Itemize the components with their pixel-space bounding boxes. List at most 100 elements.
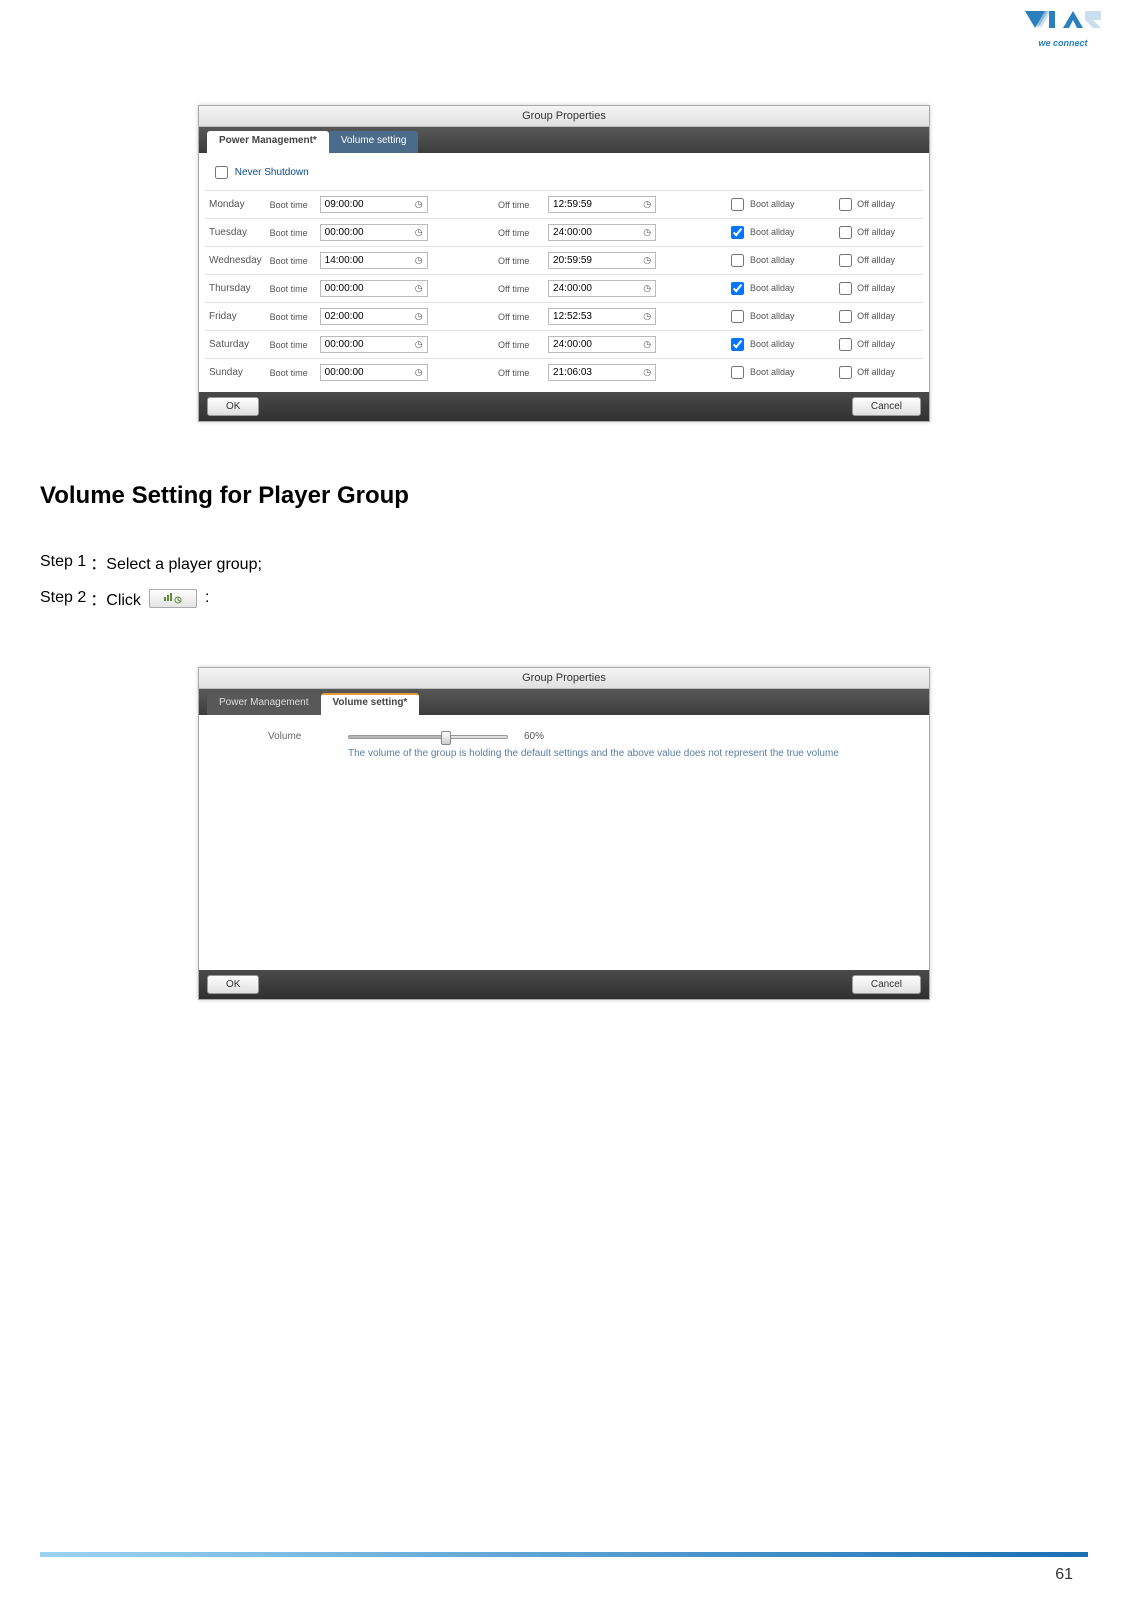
clock-icon[interactable]: ◷ (643, 227, 653, 238)
off-allday-checkbox[interactable] (839, 226, 852, 239)
clock-icon[interactable]: ◷ (643, 339, 653, 350)
dialog-title: Group Properties (199, 106, 929, 127)
step-1: Step 1：Select a player group; (40, 550, 1088, 574)
page-number: 61 (1055, 1566, 1073, 1584)
clock-icon[interactable]: ◷ (415, 227, 425, 238)
volume-slider[interactable] (348, 735, 508, 739)
boot-time-label: Boot time (266, 303, 316, 331)
off-time-input[interactable]: ◷ (548, 196, 656, 213)
off-allday-checkbox[interactable] (839, 198, 852, 211)
dialog-title: Group Properties (199, 668, 929, 689)
boot-time-input[interactable]: ◷ (320, 252, 428, 269)
schedule-row: Tuesday Boot time ◷ Off time ◷ Boot alld… (205, 219, 923, 247)
boot-allday-checkbox[interactable] (731, 366, 744, 379)
boot-allday-checkbox[interactable] (731, 338, 744, 351)
off-time-input[interactable]: ◷ (548, 280, 656, 297)
group-properties-dialog-volume: Group Properties Power Management Volume… (198, 667, 930, 1000)
day-label: Wednesday (205, 247, 266, 275)
off-allday-label: Off allday (857, 367, 895, 377)
tab-bar: Power Management Volume setting* (199, 689, 929, 715)
day-label: Tuesday (205, 219, 266, 247)
clock-icon[interactable]: ◷ (415, 339, 425, 350)
boot-allday-label: Boot allday (750, 199, 795, 209)
schedule-row: Friday Boot time ◷ Off time ◷ Boot allda… (205, 303, 923, 331)
boot-time-input[interactable]: ◷ (320, 336, 428, 353)
day-label: Monday (205, 191, 266, 219)
group-properties-dialog-power: Group Properties Power Management* Volum… (198, 105, 930, 422)
boot-allday-checkbox[interactable] (731, 282, 744, 295)
off-allday-label: Off allday (857, 255, 895, 265)
off-allday-label: Off allday (857, 283, 895, 293)
tab-power-management[interactable]: Power Management* (207, 131, 329, 154)
clock-icon[interactable]: ◷ (643, 367, 653, 378)
off-time-label: Off time (494, 303, 544, 331)
clock-icon[interactable]: ◷ (643, 255, 653, 266)
boot-allday-label: Boot allday (750, 255, 795, 265)
never-shutdown-label: Never Shutdown (235, 167, 309, 178)
ok-button[interactable]: OK (207, 975, 259, 994)
clock-icon[interactable]: ◷ (643, 311, 653, 322)
boot-allday-label: Boot allday (750, 367, 795, 377)
tab-power-management[interactable]: Power Management (207, 693, 321, 715)
clock-icon[interactable]: ◷ (415, 367, 425, 378)
schedule-row: Monday Boot time ◷ Off time ◷ Boot allda… (205, 191, 923, 219)
boot-allday-checkbox[interactable] (731, 226, 744, 239)
off-time-label: Off time (494, 275, 544, 303)
volume-slider-thumb[interactable] (441, 731, 451, 745)
volume-note: The volume of the group is holding the d… (348, 748, 875, 759)
boot-time-label: Boot time (266, 191, 316, 219)
clock-icon[interactable]: ◷ (415, 311, 425, 322)
boot-time-label: Boot time (266, 247, 316, 275)
boot-time-input[interactable]: ◷ (320, 308, 428, 325)
off-allday-checkbox[interactable] (839, 366, 852, 379)
off-allday-checkbox[interactable] (839, 310, 852, 323)
off-allday-checkbox[interactable] (839, 254, 852, 267)
boot-allday-checkbox[interactable] (731, 310, 744, 323)
cancel-button[interactable]: Cancel (852, 975, 921, 994)
off-time-input[interactable]: ◷ (548, 364, 656, 381)
via-logo: we connect (1023, 8, 1103, 48)
clock-icon[interactable]: ◷ (415, 255, 425, 266)
off-allday-checkbox[interactable] (839, 338, 852, 351)
day-label: Saturday (205, 331, 266, 359)
tab-volume-setting[interactable]: Volume setting (329, 131, 419, 153)
off-allday-checkbox[interactable] (839, 282, 852, 295)
off-time-label: Off time (494, 331, 544, 359)
boot-allday-checkbox[interactable] (731, 254, 744, 267)
footer-divider (40, 1552, 1088, 1557)
boot-time-input[interactable]: ◷ (320, 224, 428, 241)
clock-icon[interactable]: ◷ (643, 283, 653, 294)
boot-time-input[interactable]: ◷ (320, 196, 428, 213)
off-allday-label: Off allday (857, 311, 895, 321)
schedule-row: Saturday Boot time ◷ Off time ◷ Boot all… (205, 331, 923, 359)
boot-time-label: Boot time (266, 275, 316, 303)
logo-tagline: we connect (1023, 38, 1103, 48)
cancel-button[interactable]: Cancel (852, 397, 921, 416)
tab-volume-setting[interactable]: Volume setting* (321, 693, 420, 716)
boot-time-input[interactable]: ◷ (320, 280, 428, 297)
schedule-table: Monday Boot time ◷ Off time ◷ Boot allda… (205, 190, 923, 386)
boot-time-label: Boot time (266, 219, 316, 247)
boot-allday-checkbox[interactable] (731, 198, 744, 211)
tab-bar: Power Management* Volume setting (199, 127, 929, 153)
off-time-label: Off time (494, 219, 544, 247)
clock-icon[interactable]: ◷ (415, 199, 425, 210)
off-allday-label: Off allday (857, 339, 895, 349)
ok-button[interactable]: OK (207, 397, 259, 416)
boot-time-label: Boot time (266, 331, 316, 359)
off-time-input[interactable]: ◷ (548, 252, 656, 269)
boot-time-input[interactable]: ◷ (320, 364, 428, 381)
off-time-input[interactable]: ◷ (548, 308, 656, 325)
section-heading: Volume Setting for Player Group (40, 482, 1088, 510)
clock-icon[interactable]: ◷ (643, 199, 653, 210)
off-time-label: Off time (494, 359, 544, 387)
off-time-input[interactable]: ◷ (548, 336, 656, 353)
off-time-input[interactable]: ◷ (548, 224, 656, 241)
off-time-label: Off time (494, 247, 544, 275)
boot-allday-label: Boot allday (750, 283, 795, 293)
day-label: Thursday (205, 275, 266, 303)
off-allday-label: Off allday (857, 199, 895, 209)
never-shutdown-checkbox[interactable] (215, 166, 228, 179)
clock-icon[interactable]: ◷ (415, 283, 425, 294)
boot-time-label: Boot time (266, 359, 316, 387)
